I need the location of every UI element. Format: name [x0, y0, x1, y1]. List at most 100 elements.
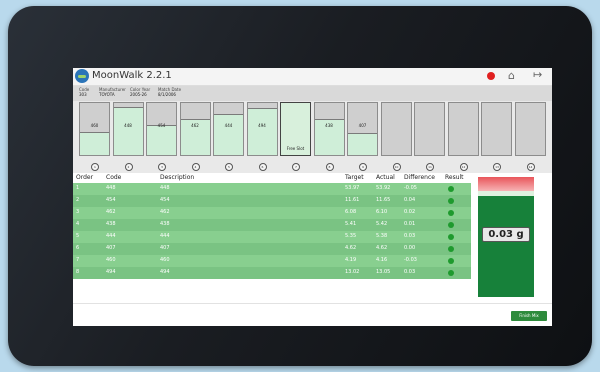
cell-actual: 6.10 — [376, 209, 388, 215]
paint-container[interactable]: 444 — [213, 102, 244, 156]
info-manufacturer: Manufacturer TOYOTA — [99, 87, 126, 97]
tablet-frame: MoonWalk 2.2.1 ⌂ ↦ Code 303 Manufacturer… — [8, 6, 592, 366]
container-number: 7 — [292, 163, 300, 171]
cell-target: 11.61 — [345, 197, 360, 203]
paint-container[interactable]: 407 — [347, 102, 378, 156]
table-row[interactable]: 6 407 407 4.62 4.62 0.00 — [73, 243, 471, 255]
table-row[interactable]: 2 454 454 11.61 11.65 0.04 — [73, 195, 471, 207]
info-value: 8/1/2006 — [158, 92, 176, 97]
cell-code: 454 — [106, 197, 116, 203]
gauge-tolerance-band — [478, 177, 534, 191]
cell-order: 7 — [76, 257, 80, 263]
cell-actual: 4.16 — [376, 257, 388, 263]
container-number: 8 — [325, 163, 334, 171]
info-color-year: Color Year 2005-26 — [130, 87, 150, 97]
weight-gauge: 0.03 g — [478, 177, 534, 297]
container-number: 10 — [392, 163, 401, 171]
container-fill-level — [80, 131, 109, 155]
table-row[interactable]: 5 444 444 5.35 5.38 0.03 — [73, 231, 471, 243]
info-value: 2005-26 — [130, 92, 147, 97]
status-dot-icon — [487, 72, 495, 80]
container-code: 494 — [258, 123, 266, 128]
gauge-band-edge — [478, 191, 534, 196]
cell-target: 6.08 — [345, 209, 357, 215]
cell-order: 6 — [76, 245, 80, 251]
title-bar: MoonWalk 2.2.1 ⌂ ↦ — [73, 68, 552, 86]
container-code: Free Slot — [286, 146, 305, 151]
table-row[interactable]: 8 494 494 13.02 13.05 0.03 — [73, 267, 471, 279]
container-number: 6 — [258, 163, 267, 171]
col-result: Result — [445, 174, 464, 181]
cell-difference: 0.02 — [404, 209, 416, 215]
gauge-value: 0.03 g — [482, 227, 530, 242]
container-fill-level — [147, 125, 176, 155]
paint-container[interactable]: 448 — [112, 102, 144, 156]
job-info-bar: Code 303 Manufacturer TOYOTA Color Year … — [73, 86, 552, 101]
container-fill-level — [214, 114, 243, 155]
cell-target: 5.41 — [345, 221, 357, 227]
logo-icon — [75, 69, 89, 83]
paint-container[interactable]: 454 — [146, 102, 177, 156]
finish-mix-button[interactable]: Finish Mix — [511, 311, 547, 321]
paint-container[interactable]: 494 — [246, 102, 278, 156]
cell-target: 4.62 — [345, 245, 357, 251]
paint-container[interactable] — [414, 102, 445, 156]
cell-code: 460 — [106, 257, 116, 263]
cell-code: 448 — [106, 185, 116, 191]
cell-description: 494 — [160, 269, 170, 275]
table-row[interactable]: 1 448 448 53.97 53.92 -0.05 — [73, 183, 471, 195]
paint-container[interactable]: 438 — [313, 102, 345, 156]
container-number: 1 — [91, 163, 99, 171]
cell-code: 444 — [106, 233, 116, 239]
paint-container[interactable]: 462 — [179, 102, 211, 156]
result-ok-icon — [448, 246, 454, 252]
cell-order: 4 — [76, 221, 80, 227]
app-title: MoonWalk 2.2.1 — [92, 70, 172, 81]
table-header: Order Code Description Target Actual Dif… — [73, 173, 471, 183]
table-row[interactable]: 3 462 462 6.08 6.10 0.02 — [73, 207, 471, 219]
col-code: Code — [106, 174, 122, 181]
cell-order: 3 — [76, 209, 80, 215]
container-code: 460 — [90, 123, 99, 128]
cell-difference: -0.03 — [404, 257, 417, 263]
cell-difference: 0.03 — [404, 269, 416, 275]
container-code: 462 — [191, 123, 199, 128]
result-ok-icon — [448, 222, 454, 228]
cell-actual: 5.38 — [376, 233, 388, 239]
cell-code: 462 — [106, 209, 116, 215]
col-target: Target — [345, 174, 364, 181]
paint-container[interactable]: Free Slot — [280, 102, 311, 156]
paint-container[interactable]: 460 — [79, 102, 110, 156]
cell-actual: 5.42 — [376, 221, 388, 227]
container-number: 5 — [225, 163, 233, 171]
cell-actual: 13.05 — [376, 269, 391, 275]
divider — [73, 303, 552, 304]
container-fill-level — [247, 108, 277, 155]
table-row[interactable]: 4 438 438 5.41 5.42 0.01 — [73, 219, 471, 231]
cell-description: 460 — [160, 257, 170, 263]
result-ok-icon — [448, 270, 454, 276]
home-icon[interactable]: ⌂ — [508, 70, 515, 82]
col-description: Description — [160, 174, 195, 181]
cell-description: 454 — [160, 197, 170, 203]
container-number: 3 — [158, 163, 166, 171]
result-ok-icon — [448, 186, 454, 192]
cell-code: 494 — [106, 269, 116, 275]
info-code: Code 303 — [79, 87, 89, 97]
app-screen: MoonWalk 2.2.1 ⌂ ↦ Code 303 Manufacturer… — [73, 68, 552, 326]
cell-code: 438 — [106, 221, 116, 227]
container-number: 14 — [526, 163, 535, 171]
result-ok-icon — [448, 258, 454, 264]
paint-container[interactable] — [380, 102, 412, 156]
cell-target: 5.35 — [345, 233, 357, 239]
paint-container[interactable] — [481, 102, 512, 156]
paint-container[interactable] — [514, 102, 546, 156]
paint-container[interactable] — [447, 102, 479, 156]
result-ok-icon — [448, 234, 454, 240]
container-fill-level — [113, 107, 143, 155]
table-row[interactable]: 7 460 460 4.19 4.16 -0.03 — [73, 255, 471, 267]
cell-difference: -0.05 — [404, 185, 417, 191]
logout-icon[interactable]: ↦ — [533, 69, 542, 81]
container-gallery: 460 1 448 2 454 3 462 4 444 5 494 6 Free Slot 7 438 8 40… — [73, 101, 552, 173]
info-value: TOYOTA — [99, 92, 115, 97]
